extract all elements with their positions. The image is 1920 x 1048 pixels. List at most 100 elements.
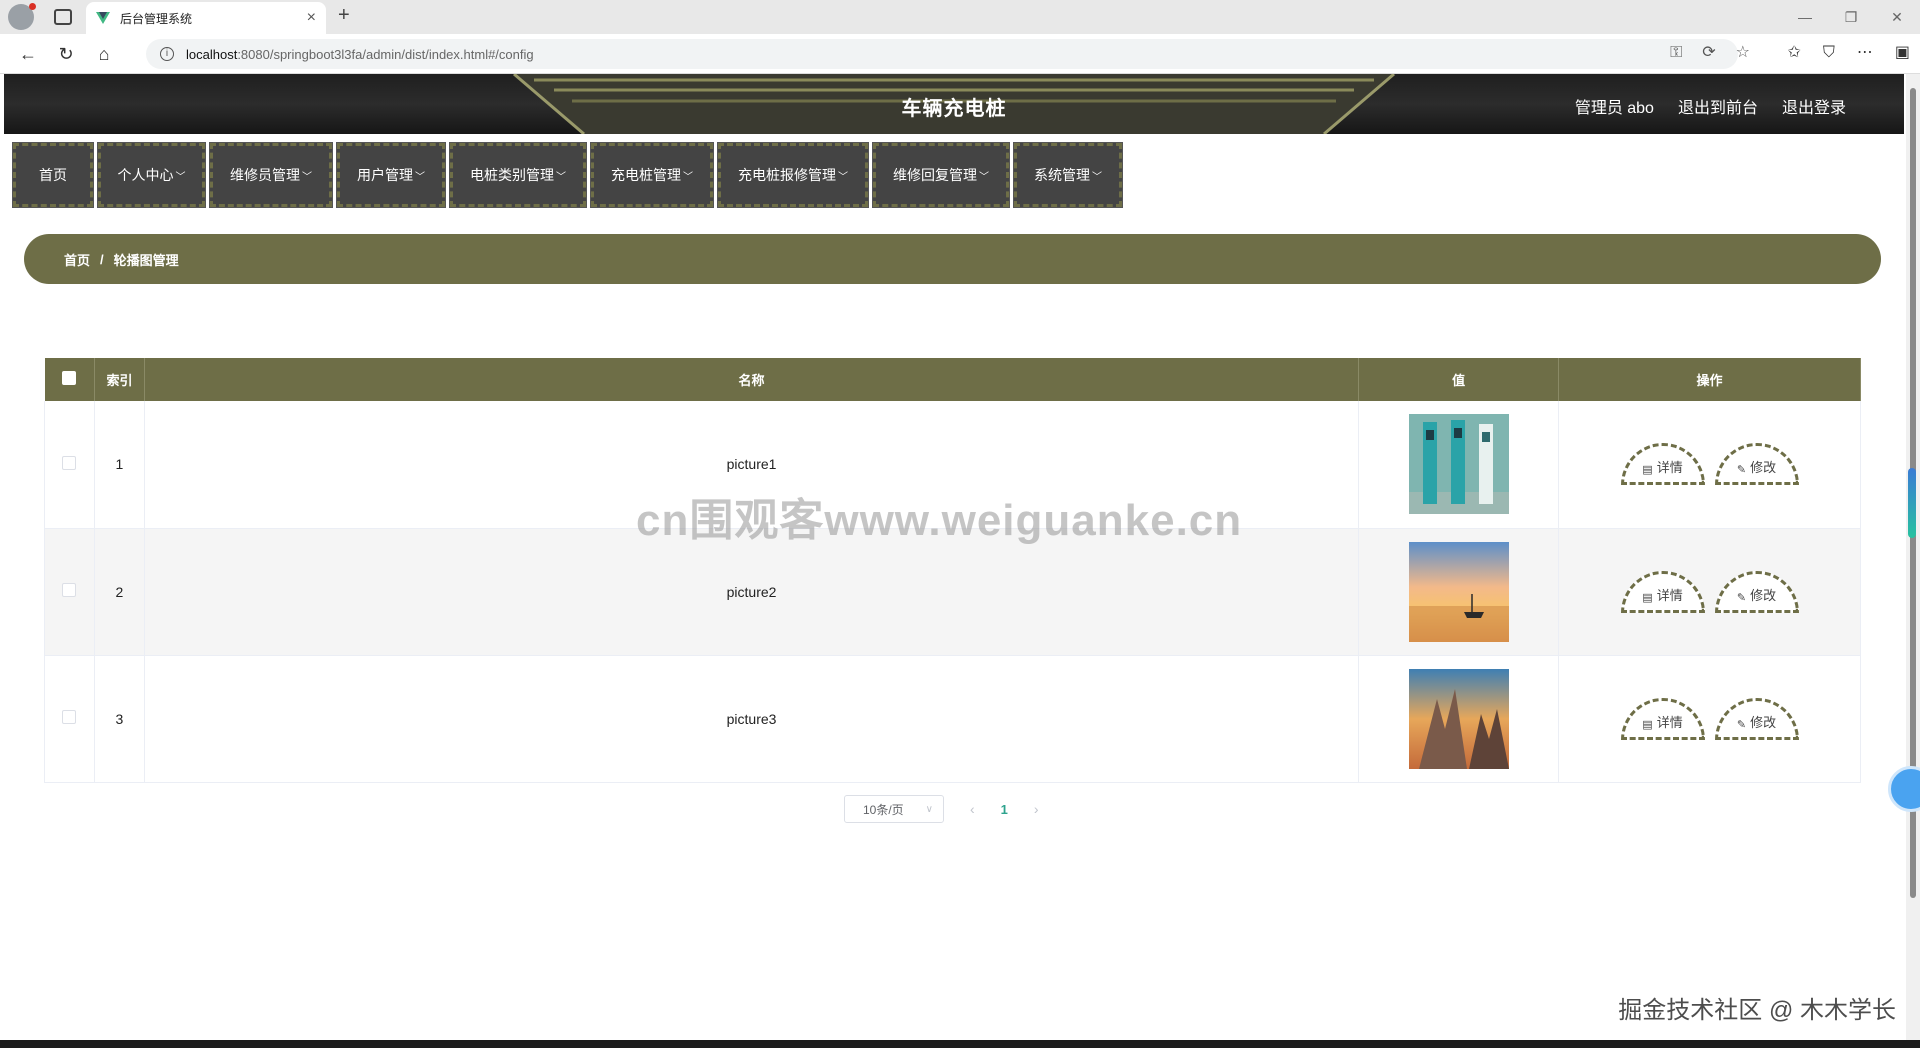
tab-actions-icon[interactable] [54, 9, 72, 25]
breadcrumb-home[interactable]: 首页 [64, 250, 90, 269]
table-header-row: 索引 名称 值 操作 [44, 358, 1861, 401]
menu-item-repair-report[interactable]: 充电桩报修管理 ﹀ [717, 142, 869, 208]
more-icon[interactable]: ⋯ [1857, 38, 1873, 68]
new-tab-icon[interactable]: + [338, 4, 350, 27]
menu-item-charging-pile[interactable]: 充电桩管理 ﹀ [590, 142, 714, 208]
select-all-checkbox[interactable] [62, 371, 77, 385]
row-checkbox[interactable] [62, 583, 77, 597]
edit-button[interactable]: ✎ 修改 [1714, 443, 1799, 486]
close-window-icon[interactable]: ✕ [1874, 0, 1920, 34]
charging-stations-thumbnail [1408, 414, 1509, 515]
menu-item-pile-category[interactable]: 电桩类别管理 ﹀ [449, 142, 587, 208]
row-value-cell [1358, 655, 1560, 783]
row-actions: ▤ 详情 ✎ 修改 [1558, 528, 1861, 656]
corner-watermark: 掘金技术社区 @ 木木学长 [1618, 997, 1896, 1024]
url-field[interactable]: i localhost:8080/springboot3l3fa/admin/d… [146, 39, 1738, 69]
menu-item-repair-reply[interactable]: 维修回复管理 ﹀ [872, 142, 1010, 208]
reload-icon[interactable]: ↻ [56, 44, 76, 64]
menu-item-system[interactable]: 系统管理 ﹀ [1013, 142, 1123, 208]
minimize-icon[interactable]: — [1782, 0, 1828, 34]
side-widget-icon[interactable] [1908, 468, 1916, 538]
close-tab-icon[interactable]: × [307, 9, 316, 27]
chevron-down-icon: ﹀ [556, 171, 566, 183]
url-path: :8080/springboot3l3fa/admin/dist/index.h… [237, 46, 534, 62]
chevron-down-icon: ﹀ [302, 171, 312, 183]
pencil-icon: ✎ [1736, 464, 1747, 477]
edit-button[interactable]: ✎ 修改 [1714, 697, 1799, 740]
detail-label: 详情 [1656, 714, 1683, 730]
column-header-name: 名称 [144, 358, 1360, 401]
document-icon: ▤ [1642, 464, 1653, 477]
row-value-cell [1358, 401, 1560, 529]
main-menu: 首页 个人中心 ﹀ 维修员管理 ﹀ 用户管理 ﹀ 电桩类别管理 ﹀ 充电桩管理 ﹀ 充电桩… [12, 142, 1123, 208]
menu-item-label: 维修回复管理 [893, 167, 977, 183]
address-bar-row: ← ↻ ⌂ i localhost:8080/springboot3l3fa/a… [0, 34, 1920, 74]
vue-logo-icon [96, 12, 110, 24]
toolbar-actions: ✩ ⛉ ⋯ ▣ [1787, 38, 1910, 68]
browser-tab-bar: 后台管理系统 × + — ❐ ✕ [0, 0, 1920, 34]
browser-tab[interactable]: 后台管理系统 × [86, 2, 326, 34]
extension-icon[interactable]: ⛉ [1823, 38, 1835, 68]
detail-button[interactable]: ▤ 详情 [1620, 570, 1705, 613]
admin-user-label: 管理员 abo [1574, 100, 1654, 117]
translate-icon[interactable]: ⟳ [1702, 38, 1715, 68]
row-select-cell [44, 401, 95, 529]
sidebar-icon[interactable]: ▣ [1895, 38, 1910, 68]
menu-item-home[interactable]: 首页 [12, 142, 94, 208]
page-scrollbar[interactable] [1906, 74, 1920, 1040]
restore-icon[interactable]: ❐ [1828, 0, 1874, 34]
carousel-table: 索引 名称 值 操作 1 picture1 ▤ 详情 ✎ 修改 2 pictur… [44, 358, 1861, 783]
site-info-icon[interactable]: i [160, 47, 174, 61]
row-select-cell [44, 655, 95, 783]
url-host: localhost [186, 46, 238, 62]
exit-to-front-link[interactable]: 退出到前台 [1678, 94, 1758, 118]
logout-link[interactable]: 退出登录 [1782, 94, 1846, 118]
back-icon[interactable]: ← [18, 44, 38, 64]
key-icon[interactable]: ⚿ [1670, 38, 1682, 68]
breadcrumb-separator: / [100, 251, 104, 267]
menu-item-label: 维修员管理 [230, 167, 300, 183]
menu-item-personal-center[interactable]: 个人中心 ﹀ [97, 142, 206, 208]
row-value-cell [1358, 528, 1560, 656]
chevron-down-icon: ﹀ [979, 171, 989, 183]
document-icon: ▤ [1642, 591, 1653, 604]
next-page-icon[interactable]: › [1034, 801, 1039, 817]
row-index: 2 [94, 528, 145, 656]
prev-page-icon[interactable]: ‹ [970, 801, 975, 817]
detail-button[interactable]: ▤ 详情 [1620, 697, 1705, 740]
edit-label: 修改 [1750, 460, 1777, 476]
floating-assistant-icon[interactable] [1888, 766, 1920, 812]
chevron-down-icon: ﹀ [838, 171, 848, 183]
sunset-boat-thumbnail [1408, 541, 1509, 642]
row-actions: ▤ 详情 ✎ 修改 [1558, 655, 1861, 783]
row-checkbox[interactable] [62, 710, 77, 724]
edit-button[interactable]: ✎ 修改 [1714, 570, 1799, 613]
row-index: 1 [94, 401, 145, 529]
tab-title: 后台管理系统 [120, 11, 193, 26]
row-actions: ▤ 详情 ✎ 修改 [1558, 401, 1861, 529]
menu-item-label: 个人中心 [117, 167, 174, 183]
row-index: 3 [94, 655, 145, 783]
chevron-down-icon: ﹀ [1092, 171, 1102, 183]
row-checkbox[interactable] [62, 455, 77, 470]
breadcrumb-current: 轮播图管理 [113, 252, 179, 268]
detail-button[interactable]: ▤ 详情 [1620, 443, 1705, 486]
window-controls: — ❐ ✕ [1782, 0, 1920, 34]
menu-item-label: 充电桩报修管理 [738, 167, 836, 183]
home-icon[interactable]: ⌂ [94, 44, 114, 64]
star-icon[interactable]: ☆ [1736, 38, 1750, 68]
menu-item-label: 首页 [39, 167, 67, 183]
url-actions: ⚿ ⟳ ☆ [1670, 38, 1750, 68]
profile-icon[interactable] [8, 3, 36, 30]
chevron-down-icon: ﹀ [415, 171, 425, 183]
menu-item-label: 系统管理 [1034, 167, 1090, 183]
column-header-actions: 操作 [1558, 358, 1861, 401]
page-number[interactable]: 1 [1001, 802, 1008, 817]
page-size-select[interactable]: 10条/页 ∨ [844, 795, 944, 823]
favorites-icon[interactable]: ✩ [1787, 38, 1800, 68]
menu-item-users[interactable]: 用户管理 ﹀ [336, 142, 446, 208]
pagination: 10条/页 ∨ ‹ 1 › [844, 795, 1039, 823]
menu-item-label: 电桩类别管理 [470, 167, 554, 183]
menu-item-repairman[interactable]: 维修员管理 ﹀ [209, 142, 333, 208]
chevron-down-icon: ∨ [925, 803, 933, 815]
